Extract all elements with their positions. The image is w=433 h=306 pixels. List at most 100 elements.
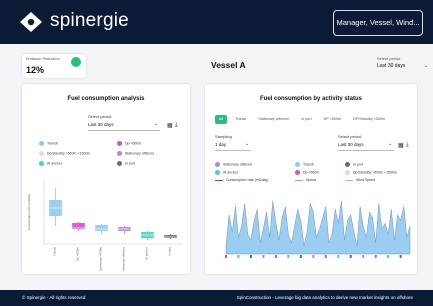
legend-dot-icon (39, 151, 44, 156)
legend-item: Transit (39, 141, 58, 146)
box-in-port (164, 235, 177, 238)
activity-period-value[interactable]: Last 30 days (338, 142, 364, 147)
emission-badge-icon (71, 57, 81, 67)
activity-marker (287, 255, 290, 258)
activity-marker (237, 255, 240, 258)
calendar-icon[interactable]: ▦ (398, 142, 404, 149)
chevron-down-icon: ⌄ (424, 63, 429, 69)
legend-line-icon (295, 179, 303, 181)
activity-legend-item: In port (345, 162, 363, 167)
sampling-value[interactable]: 1 day (215, 142, 226, 147)
tab-dp-500m[interactable]: DP >500m (320, 115, 345, 124)
activity-marker (312, 255, 315, 258)
x-tick-label: At anchor (145, 247, 149, 260)
chevron-down-icon[interactable]: ⌄ (388, 141, 392, 147)
transit-area (225, 200, 411, 255)
calendar-icon[interactable]: ▦ (167, 122, 173, 129)
top-period-value: Last 30 days (377, 63, 406, 69)
legend-dot-icon (117, 161, 122, 166)
activity-marker (249, 255, 252, 258)
activity-status-card: Fuel consumption by activity status All … (205, 84, 417, 274)
legend-dot-icon (295, 170, 300, 175)
legend-dot-icon (117, 141, 122, 146)
fuel-analysis-period-value[interactable]: Last 30 days (88, 122, 114, 127)
activity-area-chart (225, 200, 411, 258)
legend-dot-icon (345, 162, 350, 167)
activity-marker (337, 255, 340, 258)
search-box[interactable]: Manager, Vessel, Wind... (333, 10, 423, 36)
legend-dot-icon (295, 162, 300, 167)
activity-marker (274, 255, 277, 258)
legend-line-icon (215, 179, 223, 181)
footer-bar: © Spinergie - All rights reserved SpinCo… (0, 290, 433, 306)
top-period-label: Select period (377, 56, 401, 61)
activity-period-label: Select period (338, 134, 362, 139)
emission-reduction-card: Emission Reduction 12% (22, 54, 86, 78)
spinergie-logo-icon (20, 12, 42, 32)
download-icon[interactable]: ⤓ (406, 142, 409, 149)
tab-stationary-offshore[interactable]: Stationary offshore (254, 115, 293, 124)
fuel-analysis-card: Fuel consumption analysis Select period … (22, 84, 190, 274)
activity-marker (374, 255, 377, 258)
emission-title: Emission Reduction (26, 57, 60, 61)
download-icon[interactable]: ⤓ (175, 122, 178, 129)
activity-legend-item: Stationary offshore (215, 162, 252, 167)
period-underline (88, 130, 160, 131)
activity-marker (299, 255, 302, 258)
footer-copyright: © Spinergie - All rights reserved (22, 295, 86, 300)
chevron-down-icon[interactable]: ⌄ (245, 141, 249, 147)
activity-legend-item: Transit (295, 162, 314, 167)
legend-dot-icon (215, 170, 220, 175)
fuel-box-chart: Consumption rate (m3/day) Transit Dp >500m… (27, 180, 182, 271)
activity-marker (349, 255, 352, 258)
tab-transit[interactable]: Transit (231, 115, 250, 124)
app-frame: spinergie Manager, Vessel, Wind... Emiss… (0, 0, 433, 306)
activity-legend-item: Consumption rate (m3/day) (215, 178, 268, 182)
sampling-underline (215, 150, 251, 151)
activity-status-title: Fuel consumption by activity status (259, 96, 363, 102)
x-tick-label: Dp >500m (76, 247, 80, 261)
activity-legend-item: Dp/Standby >500m <1500m (345, 170, 397, 175)
legend-item: Stationary offshore (117, 151, 154, 156)
tab-in-port[interactable]: In port (297, 115, 315, 124)
x-tick-label: Stationary offshore (122, 247, 126, 271)
activity-legend-item: Dp >500m (295, 170, 319, 175)
footer-tagline: SpinConstruction - Leverage big data ana… (236, 295, 413, 300)
x-tick-label: Transit (53, 247, 57, 256)
tab-dp-standby[interactable]: DP/Standby >500m (349, 115, 389, 124)
chevron-down-icon[interactable]: ⌄ (154, 121, 158, 127)
fuel-analysis-period-label: Select period (88, 114, 112, 119)
activity-legend-item: Speed (295, 178, 316, 182)
activity-tabs: All Transit Stationary offshore In port … (215, 115, 389, 124)
fuel-analysis-title: Fuel consumption analysis (67, 96, 145, 102)
sampling-label: Sampling (215, 134, 232, 139)
legend-item: At anchor (39, 161, 62, 166)
legend-dot-icon (39, 161, 44, 166)
legend-dot-icon (345, 170, 350, 175)
legend-dot-icon (117, 151, 122, 156)
activity-legend-item: At anchor (215, 170, 238, 175)
activity-marker (225, 255, 227, 258)
brand-name: spinergie (50, 10, 129, 31)
legend-item: Dp/standby >500m <1500m (39, 151, 90, 156)
tab-all[interactable]: All (215, 115, 228, 124)
vessel-title: Vessel A (211, 60, 246, 70)
activity-marker (399, 255, 402, 258)
legend-dot-icon (215, 162, 220, 167)
legend-line-icon (345, 179, 353, 181)
top-bar: spinergie Manager, Vessel, Wind... (0, 0, 433, 44)
activity-legend-item: Wind Speed (345, 178, 375, 182)
activity-period-underline (338, 150, 394, 151)
activity-marker (362, 255, 365, 258)
activity-marker (262, 255, 265, 258)
x-tick-label: Dp/standby >500m (99, 246, 103, 271)
y-axis-label: Consumption rate (m3/day) (27, 194, 31, 230)
legend-dot-icon (39, 141, 44, 146)
legend-item: In port (117, 161, 135, 166)
emission-value: 12% (26, 65, 45, 75)
activity-marker (387, 255, 390, 258)
x-tick-label: In port (168, 247, 172, 256)
legend-item: Dp >500m (117, 141, 141, 146)
activity-marker (324, 255, 327, 258)
box-dp-standby-500m (95, 225, 108, 231)
